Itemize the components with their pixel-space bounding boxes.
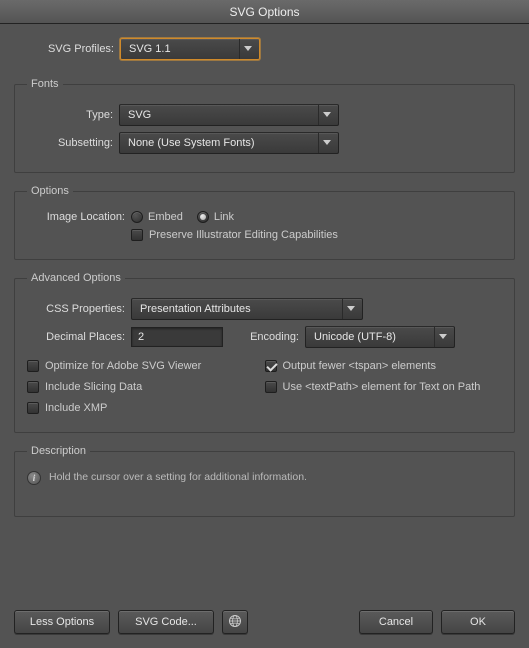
image-location-embed-radio[interactable]: Embed <box>131 211 183 223</box>
svg-profiles-label: SVG Profiles: <box>14 43 120 55</box>
cancel-button[interactable]: Cancel <box>359 610 433 634</box>
output-fewer-tspan-checkbox[interactable]: Output fewer <tspan> elements <box>265 360 436 372</box>
optimize-label: Optimize for Adobe SVG Viewer <box>45 360 201 372</box>
optimize-svg-viewer-checkbox[interactable]: Optimize for Adobe SVG Viewer <box>27 360 201 372</box>
use-textpath-checkbox[interactable]: Use <textPath> element for Text on Path <box>265 381 481 393</box>
fonts-legend: Fonts <box>27 78 63 90</box>
font-type-value: SVG <box>128 109 151 121</box>
chevron-down-icon <box>342 299 358 319</box>
subsetting-select[interactable]: None (Use System Fonts) <box>119 132 339 154</box>
embed-label: Embed <box>148 211 183 223</box>
include-slicing-checkbox[interactable]: Include Slicing Data <box>27 381 142 393</box>
decimal-places-value: 2 <box>138 331 144 343</box>
decimal-places-input[interactable]: 2 <box>131 327 223 347</box>
css-properties-label: CSS Properties: <box>27 303 131 315</box>
xmp-label: Include XMP <box>45 402 107 414</box>
encoding-label: Encoding: <box>223 331 305 343</box>
options-group: Options Image Location: Embed Link Prese… <box>14 185 515 260</box>
output-fewer-label: Output fewer <tspan> elements <box>283 360 436 372</box>
description-text: Hold the cursor over a setting for addit… <box>49 471 307 483</box>
description-group: Description i Hold the cursor over a set… <box>14 445 515 517</box>
css-properties-value: Presentation Attributes <box>140 303 251 315</box>
checkbox-icon <box>27 381 39 393</box>
font-type-label: Type: <box>27 109 119 121</box>
window-title: SVG Options <box>229 5 299 19</box>
svg-options-dialog: SVG Options SVG Profiles: SVG 1.1 Fonts … <box>0 0 529 648</box>
preserve-ai-checkbox[interactable]: Preserve Illustrator Editing Capabilitie… <box>131 229 338 241</box>
textpath-label: Use <textPath> element for Text on Path <box>283 381 481 393</box>
css-properties-select[interactable]: Presentation Attributes <box>131 298 363 320</box>
checkbox-icon <box>27 402 39 414</box>
advanced-legend: Advanced Options <box>27 272 125 284</box>
advanced-options-group: Advanced Options CSS Properties: Present… <box>14 272 515 433</box>
encoding-value: Unicode (UTF-8) <box>314 331 396 343</box>
checkbox-icon <box>265 360 277 372</box>
options-legend: Options <box>27 185 73 197</box>
link-label: Link <box>214 211 234 223</box>
preserve-ai-label: Preserve Illustrator Editing Capabilitie… <box>149 229 338 241</box>
svg-profiles-value: SVG 1.1 <box>129 43 171 55</box>
image-location-link-radio[interactable]: Link <box>197 211 234 223</box>
fonts-group: Fonts Type: SVG Subsetting: None (Use Sy… <box>14 78 515 173</box>
checkbox-icon <box>265 381 277 393</box>
image-location-label: Image Location: <box>27 211 131 223</box>
radio-icon <box>197 211 209 223</box>
font-type-select[interactable]: SVG <box>119 104 339 126</box>
description-legend: Description <box>27 445 90 457</box>
chevron-down-icon <box>318 105 334 125</box>
svg-code-button[interactable]: SVG Code... <box>118 610 214 634</box>
chevron-down-icon <box>434 327 450 347</box>
radio-icon <box>131 211 143 223</box>
subsetting-label: Subsetting: <box>27 137 119 149</box>
encoding-select[interactable]: Unicode (UTF-8) <box>305 326 455 348</box>
checkbox-icon <box>131 229 143 241</box>
checkbox-icon <box>27 360 39 372</box>
dialog-content: SVG Profiles: SVG 1.1 Fonts Type: SVG <box>0 24 529 600</box>
chevron-down-icon <box>239 39 255 59</box>
globe-icon <box>228 614 242 631</box>
less-options-button[interactable]: Less Options <box>14 610 110 634</box>
slicing-label: Include Slicing Data <box>45 381 142 393</box>
titlebar: SVG Options <box>0 0 529 24</box>
chevron-down-icon <box>318 133 334 153</box>
info-icon: i <box>27 471 41 485</box>
decimal-places-label: Decimal Places: <box>27 331 131 343</box>
dialog-footer: Less Options SVG Code... Cancel OK <box>0 600 529 648</box>
preview-browser-button[interactable] <box>222 610 248 634</box>
subsetting-value: None (Use System Fonts) <box>128 137 255 149</box>
include-xmp-checkbox[interactable]: Include XMP <box>27 402 107 414</box>
svg-profiles-select[interactable]: SVG 1.1 <box>120 38 260 60</box>
ok-button[interactable]: OK <box>441 610 515 634</box>
